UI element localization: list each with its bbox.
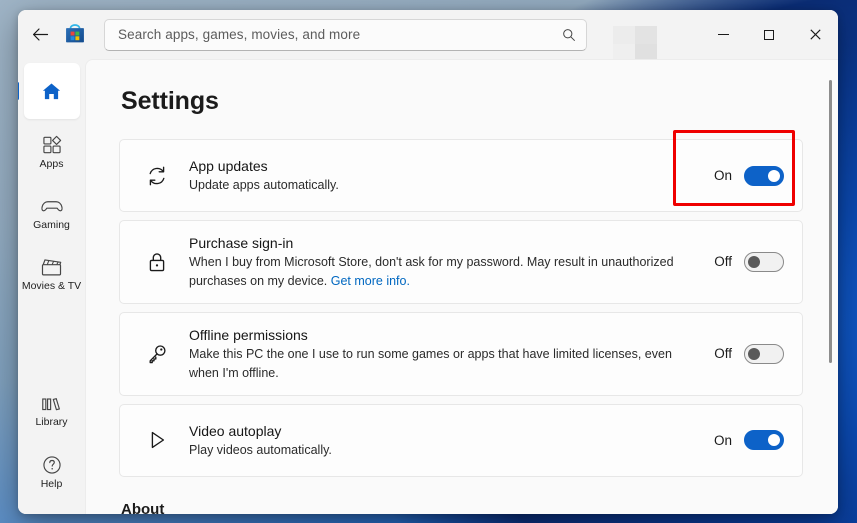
setting-text: Video autoplay Play videos automatically… bbox=[189, 409, 700, 472]
sidebar-item-home[interactable] bbox=[24, 63, 80, 119]
scrollbar-thumb[interactable] bbox=[829, 80, 832, 363]
setting-text: Offline permissions Make this PC the one… bbox=[189, 313, 700, 395]
home-icon bbox=[40, 80, 63, 103]
sidebar-item-label: Library bbox=[35, 417, 67, 429]
setting-control: Off bbox=[712, 252, 784, 272]
setting-desc-text: When I buy from Microsoft Store, don't a… bbox=[189, 255, 674, 288]
sidebar-item-movies-tv[interactable]: Movies & TV bbox=[24, 246, 80, 302]
sidebar-nav: Apps Gaming Movies & TV bbox=[18, 59, 85, 514]
sidebar-item-label: Help bbox=[41, 479, 63, 491]
search-box[interactable]: Search apps, games, movies, and more bbox=[104, 19, 587, 51]
minimize-icon bbox=[718, 34, 729, 35]
sidebar-item-library[interactable]: Library bbox=[24, 383, 80, 439]
setting-row-app-updates[interactable]: App updates Update apps automatically. O… bbox=[119, 139, 803, 212]
sync-icon bbox=[142, 164, 172, 188]
setting-control: On bbox=[712, 430, 784, 450]
toggle-state-label: Off bbox=[712, 254, 732, 269]
back-button[interactable] bbox=[23, 20, 57, 50]
play-icon bbox=[142, 428, 172, 452]
setting-desc: When I buy from Microsoft Store, don't a… bbox=[189, 253, 689, 291]
sidebar-item-gaming[interactable]: Gaming bbox=[24, 185, 80, 241]
toggle-state-label: Off bbox=[712, 346, 732, 361]
maximize-button[interactable] bbox=[746, 10, 792, 59]
sidebar-item-label: Apps bbox=[40, 159, 64, 171]
store-bag-icon bbox=[64, 24, 86, 46]
setting-text: Purchase sign-in When I buy from Microso… bbox=[189, 221, 700, 303]
setting-row-video-autoplay[interactable]: Video autoplay Play videos automatically… bbox=[119, 404, 803, 477]
maximize-icon bbox=[764, 30, 774, 40]
setting-desc: Update apps automatically. bbox=[189, 176, 689, 195]
content-scrollbar[interactable] bbox=[825, 80, 835, 504]
get-more-info-link[interactable]: Get more info. bbox=[331, 274, 410, 288]
search-icon bbox=[562, 28, 576, 42]
close-icon bbox=[810, 29, 821, 40]
toggle-knob bbox=[748, 256, 760, 268]
search-container: Search apps, games, movies, and more bbox=[104, 19, 587, 51]
toggle-state-label: On bbox=[712, 433, 732, 448]
page-title: Settings bbox=[121, 87, 838, 116]
avatar-placeholder[interactable] bbox=[613, 26, 657, 62]
avatar-tile bbox=[635, 26, 657, 44]
setting-row-purchase-sign-in[interactable]: Purchase sign-in When I buy from Microso… bbox=[119, 220, 803, 304]
purchase-sign-in-toggle[interactable] bbox=[744, 252, 784, 272]
setting-desc: Play videos automatically. bbox=[189, 441, 689, 460]
sidebar-item-help[interactable]: Help bbox=[24, 444, 80, 500]
window-controls bbox=[700, 10, 838, 59]
lock-icon bbox=[142, 250, 172, 274]
key-icon bbox=[142, 342, 172, 366]
minimize-button[interactable] bbox=[700, 10, 746, 59]
setting-control: On bbox=[712, 166, 784, 186]
search-input[interactable]: Search apps, games, movies, and more bbox=[118, 27, 562, 42]
setting-title: Video autoplay bbox=[189, 421, 700, 441]
clapper-icon bbox=[40, 256, 63, 278]
setting-control: Off bbox=[712, 344, 784, 364]
about-heading: About bbox=[121, 501, 838, 514]
avatar-tile bbox=[613, 26, 635, 44]
microsoft-store-icon[interactable] bbox=[64, 24, 86, 46]
toggle-knob bbox=[748, 348, 760, 360]
toggle-state-label: On bbox=[712, 168, 732, 183]
setting-desc: Make this PC the one I use to run some g… bbox=[189, 345, 689, 383]
offline-permissions-toggle[interactable] bbox=[744, 344, 784, 364]
setting-title: Offline permissions bbox=[189, 325, 700, 345]
help-icon bbox=[41, 454, 63, 476]
app-updates-toggle[interactable] bbox=[744, 166, 784, 186]
back-arrow-icon bbox=[32, 27, 49, 42]
settings-content: Settings App updates Update ap bbox=[85, 59, 838, 514]
sidebar-item-label: Movies & TV bbox=[22, 281, 81, 293]
title-bar: Search apps, games, movies, and more bbox=[18, 10, 838, 59]
close-button[interactable] bbox=[792, 10, 838, 59]
setting-title: App updates bbox=[189, 156, 700, 176]
toggle-knob bbox=[768, 434, 780, 446]
sidebar-item-apps[interactable]: Apps bbox=[24, 124, 80, 180]
window-body: Apps Gaming Movies & TV bbox=[18, 59, 838, 514]
video-autoplay-toggle[interactable] bbox=[744, 430, 784, 450]
gamepad-icon bbox=[40, 195, 64, 217]
setting-row-offline-permissions[interactable]: Offline permissions Make this PC the one… bbox=[119, 312, 803, 396]
toggle-knob bbox=[768, 170, 780, 182]
library-icon bbox=[40, 394, 64, 414]
apps-icon bbox=[41, 134, 63, 156]
microsoft-store-window: Search apps, games, movies, and more bbox=[18, 10, 838, 514]
sidebar-item-label: Gaming bbox=[33, 220, 70, 232]
settings-list: App updates Update apps automatically. O… bbox=[119, 139, 803, 477]
setting-title: Purchase sign-in bbox=[189, 233, 700, 253]
setting-text: App updates Update apps automatically. bbox=[189, 144, 700, 207]
